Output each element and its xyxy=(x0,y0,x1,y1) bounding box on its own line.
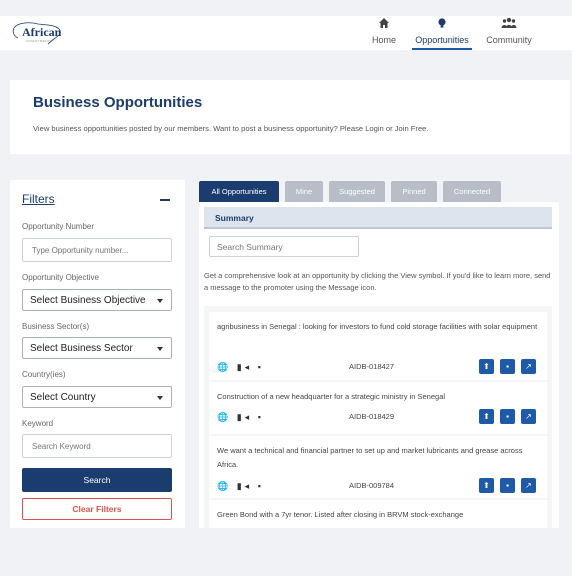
delete-icon[interactable]: ▪ xyxy=(500,478,515,493)
opportunity-id: AIDB-018429 xyxy=(349,412,395,421)
delete-icon[interactable]: ▪ xyxy=(500,409,515,424)
tab-pinned[interactable]: Pinned xyxy=(391,181,437,202)
nav-community[interactable]: Community xyxy=(484,16,534,50)
opportunity-title[interactable]: We want a technical and financial partne… xyxy=(217,444,542,472)
opportunity-id: AIDB-018427 xyxy=(349,362,395,371)
intro-card: Business Opportunities View business opp… xyxy=(10,80,570,154)
keyword-label: Keyword xyxy=(22,419,54,428)
opportunity-title[interactable]: agribusiness in Senegal : looking for in… xyxy=(217,320,542,334)
message-icon[interactable]: ▪ xyxy=(258,481,264,491)
view-icon[interactable]: ↗ xyxy=(521,409,536,424)
opportunity-id: AIDB-009784 xyxy=(349,481,395,490)
delete-icon[interactable]: ▪ xyxy=(500,359,515,374)
pin-icon[interactable]: ⬆ xyxy=(479,478,494,493)
clear-filters-button[interactable]: Clear Filters xyxy=(22,498,172,520)
tab-mine[interactable]: Mine xyxy=(285,181,323,202)
nav-opportunities[interactable]: Opportunities xyxy=(412,16,472,50)
chevron-down-icon xyxy=(157,299,163,303)
chevron-down-icon xyxy=(157,396,163,400)
list-item: Green Bond with a 7yr tenor. Listed afte… xyxy=(209,500,547,528)
video-icon: ▮◂ xyxy=(236,362,253,372)
summary-header: Summary xyxy=(204,207,552,229)
globe-icon: 🌐 xyxy=(217,481,232,491)
country-label: Country(ies) xyxy=(22,370,66,379)
globe-icon: 🌐 xyxy=(217,362,232,372)
objective-select-value: Select Business Objective xyxy=(30,295,146,306)
users-icon xyxy=(484,17,534,34)
opportunities-panel: Summary Get a comprehensive look at an o… xyxy=(199,202,559,528)
globe-icon: 🌐 xyxy=(217,412,232,422)
page-title: Business Opportunities xyxy=(33,94,203,111)
opportunity-list: agribusiness in Senegal : looking for in… xyxy=(204,306,552,528)
logo-text: African xyxy=(22,25,62,39)
filters-title: Filters xyxy=(22,192,55,206)
objective-select[interactable]: Select Business Objective xyxy=(22,289,172,311)
tab-suggested[interactable]: Suggested xyxy=(329,181,385,202)
view-icon[interactable]: ↗ xyxy=(521,359,536,374)
video-icon: ▮◂ xyxy=(236,412,253,422)
sector-label: Business Sector(s) xyxy=(22,322,90,331)
logo[interactable]: African INVESTMENTS xyxy=(8,20,68,46)
message-icon[interactable]: ▪ xyxy=(258,362,264,372)
top-navbar: African INVESTMENTS Home Opportunities C… xyxy=(0,16,572,50)
collapse-filters-icon[interactable] xyxy=(160,199,170,201)
country-select-value: Select Country xyxy=(30,392,96,403)
video-icon: ▮◂ xyxy=(236,481,253,491)
logo-subtext: INVESTMENTS xyxy=(26,39,53,43)
nav-home[interactable]: Home xyxy=(368,16,400,50)
opportunity-title[interactable]: Green Bond with a 7yr tenor. Listed afte… xyxy=(217,508,542,522)
list-item: agribusiness in Senegal : looking for in… xyxy=(209,312,547,380)
keyword-input[interactable] xyxy=(22,434,172,458)
filters-panel: Filters Opportunity Number Opportunity O… xyxy=(10,180,185,528)
opportunity-number-label: Opportunity Number xyxy=(22,222,95,231)
list-item: We want a technical and financial partne… xyxy=(209,436,547,498)
pin-icon[interactable]: ⬆ xyxy=(479,409,494,424)
intro-text: View business opportunities posted by ou… xyxy=(33,124,429,133)
tab-all-opportunities[interactable]: All Opportunities xyxy=(199,181,279,202)
summary-heading: Summary xyxy=(215,213,254,223)
chevron-down-icon xyxy=(157,347,163,351)
nav-community-label: Community xyxy=(486,35,532,45)
pin-icon[interactable]: ⬆ xyxy=(479,359,494,374)
objective-label: Opportunity Objective xyxy=(22,273,99,282)
nav-opportunities-label: Opportunities xyxy=(415,35,469,45)
tab-connected[interactable]: Connected xyxy=(443,181,501,202)
opportunity-title[interactable]: Construction of a new headquarter for a … xyxy=(217,390,542,404)
list-item: Construction of a new headquarter for a … xyxy=(209,382,547,434)
sector-select[interactable]: Select Business Sector xyxy=(22,337,172,359)
message-icon[interactable]: ▪ xyxy=(258,412,264,422)
summary-search-input[interactable] xyxy=(209,236,359,257)
home-icon xyxy=(368,17,400,34)
nav-home-label: Home xyxy=(371,35,396,45)
country-select[interactable]: Select Country xyxy=(22,386,172,408)
summary-description: Get a comprehensive look at an opportuni… xyxy=(204,271,551,292)
opportunity-number-input[interactable] xyxy=(22,238,172,262)
view-icon[interactable]: ↗ xyxy=(521,478,536,493)
search-button[interactable]: Search xyxy=(22,468,172,492)
lightbulb-icon xyxy=(412,17,472,34)
sector-select-value: Select Business Sector xyxy=(30,343,133,354)
